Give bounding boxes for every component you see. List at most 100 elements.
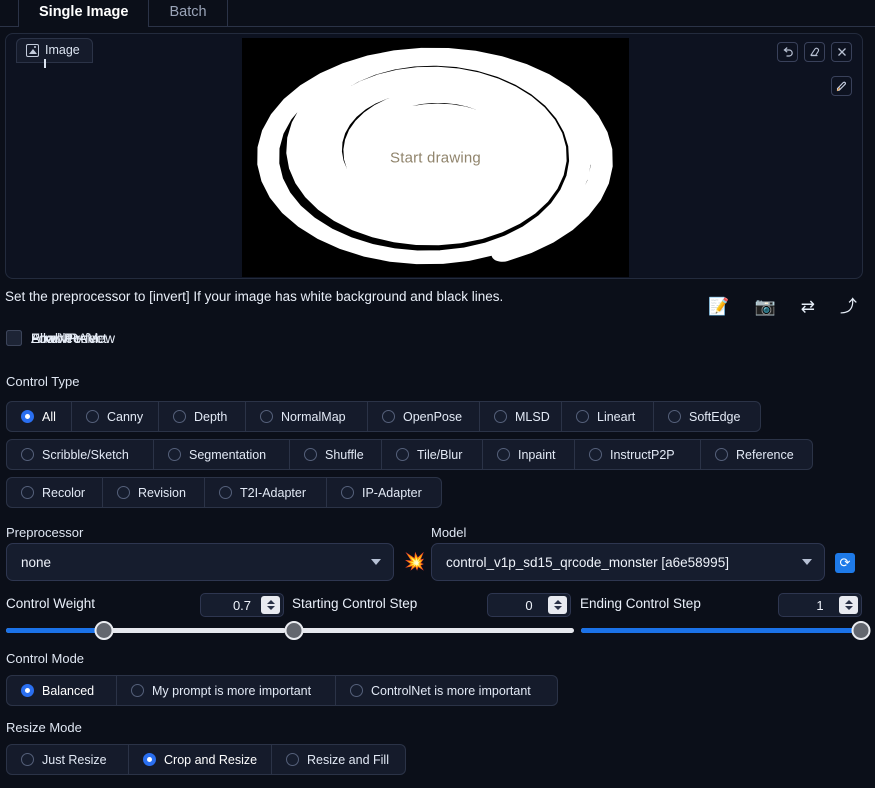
resize-mode-resize-and-fill[interactable]: Resize and Fill [272,744,406,775]
close-icon[interactable] [831,42,852,62]
radio-label: Inpaint [518,448,556,462]
control-type-t2i-adapter[interactable]: T2I-Adapter [205,477,327,508]
radio-button[interactable] [350,684,363,697]
control-mode-balanced[interactable]: Balanced [6,675,117,706]
swap-icon[interactable]: ⇄ [801,298,815,315]
radio-label: T2I-Adapter [240,486,306,500]
camera-icon[interactable]: 📷 [755,298,776,315]
ending-control-step-stepper[interactable] [839,596,858,614]
ending-control-step-label: Ending Control Step [580,596,701,611]
starting-control-step-stepper[interactable] [548,596,567,614]
radio-button[interactable] [131,684,144,697]
starting-control-step-input[interactable]: 0 [487,593,571,617]
control-weight-slider[interactable] [6,628,286,633]
control-type-all[interactable]: All [6,401,72,432]
radio-button[interactable] [304,448,317,461]
ending-control-step-slider-thumb[interactable] [852,621,871,640]
control-type-recolor[interactable]: Recolor [6,477,103,508]
radio-label: Recolor [42,486,85,500]
refresh-icon[interactable]: ⟳ [835,553,855,573]
ending-control-step-slider[interactable] [581,628,861,633]
radio-button[interactable] [715,448,728,461]
image-subtab-label: Image [45,43,80,57]
ending-control-step-input[interactable]: 1 [778,593,862,617]
radio-button[interactable] [576,410,589,423]
radio-button[interactable] [21,448,34,461]
control-type-openpose[interactable]: OpenPose [368,401,480,432]
image-canvas-area[interactable]: Start drawing [242,38,629,277]
radio-button[interactable] [286,753,299,766]
control-type-inpaint[interactable]: Inpaint [483,439,575,470]
radio-button[interactable] [668,410,681,423]
radio-button[interactable] [589,448,602,461]
resize-mode-just-resize[interactable]: Just Resize [6,744,129,775]
control-weight-stepper[interactable] [261,596,280,614]
undo-icon[interactable] [777,42,798,62]
top-tabbar: Single Image Batch [0,0,875,27]
spiral-image[interactable]: Start drawing [242,38,629,277]
control-mode-controlnet-is-more-important[interactable]: ControlNet is more important [336,675,558,706]
control-type-normalmap[interactable]: NormalMap [246,401,368,432]
image-drop-panel[interactable]: Image Start drawing [5,33,863,279]
radio-button[interactable] [260,410,273,423]
resize-mode-crop-and-resize[interactable]: Crop and Resize [129,744,272,775]
radio-label: Tile/Blur [417,448,462,462]
radio-label: Revision [138,486,186,500]
tab-batch[interactable]: Batch [149,0,227,26]
pen-icon[interactable] [831,76,852,96]
radio-button[interactable] [219,486,232,499]
eraser-icon[interactable] [804,42,825,62]
control-weight-input[interactable]: 0.7 [200,593,284,617]
explosion-icon[interactable]: 💥 [404,552,425,572]
radio-button[interactable] [21,753,34,766]
control-type-canny[interactable]: Canny [72,401,159,432]
radio-label: NormalMap [281,410,346,424]
control-type-mlsd[interactable]: MLSD [480,401,562,432]
control-type-shuffle[interactable]: Shuffle [290,439,382,470]
radio-button[interactable] [382,410,395,423]
tab-single-image[interactable]: Single Image [18,0,149,26]
edit-note-icon[interactable]: 📝 [708,298,729,315]
spiral-graphic [242,38,629,277]
control-type-softedge[interactable]: SoftEdge [654,401,761,432]
return-arrow-icon[interactable]: ⤴ [840,298,857,315]
model-dropdown[interactable]: control_v1p_sd15_qrcode_monster [a6e5899… [431,543,825,581]
radio-button[interactable] [21,486,34,499]
radio-button[interactable] [117,486,130,499]
control-type-instructp2p[interactable]: InstructP2P [575,439,701,470]
control-type-reference[interactable]: Reference [701,439,813,470]
starting-control-step-slider[interactable] [294,628,574,633]
image-subtab[interactable]: Image [16,38,93,63]
radio-label: OpenPose [403,410,462,424]
chevron-down-icon [802,559,812,565]
radio-button[interactable] [494,410,507,423]
radio-label: Depth [194,410,227,424]
radio-label: MLSD [515,410,550,424]
control-weight-value: 0.7 [233,598,251,613]
radio-button[interactable] [396,448,409,461]
radio-button[interactable] [21,410,34,423]
preprocessor-dropdown[interactable]: none [6,543,394,581]
allow-preview-checkbox-box[interactable] [6,330,22,346]
control-type-depth[interactable]: Depth [159,401,246,432]
control-type-lineart[interactable]: Lineart [562,401,654,432]
control-type-scribble-sketch[interactable]: Scribble/Sketch [6,439,154,470]
hint-icon-row: 📝 📷 ⇄ ⤴ [708,298,857,315]
radio-button[interactable] [497,448,510,461]
control-type-tile-blur[interactable]: Tile/Blur [382,439,483,470]
control-type-segmentation[interactable]: Segmentation [154,439,290,470]
radio-button[interactable] [143,753,156,766]
radio-button[interactable] [168,448,181,461]
starting-control-step-slider-thumb[interactable] [285,621,304,640]
checkbox-allow-preview[interactable]: Allow Preview [6,330,115,346]
control-mode-row: BalancedMy prompt is more importantContr… [6,675,558,706]
control-type-revision[interactable]: Revision [103,477,205,508]
radio-button[interactable] [173,410,186,423]
control-weight-slider-thumb[interactable] [95,621,114,640]
radio-button[interactable] [21,684,34,697]
radio-button[interactable] [341,486,354,499]
radio-button[interactable] [86,410,99,423]
control-mode-my-prompt-is-more-important[interactable]: My prompt is more important [117,675,336,706]
starting-control-step-value: 0 [525,598,532,613]
control-type-ip-adapter[interactable]: IP-Adapter [327,477,442,508]
